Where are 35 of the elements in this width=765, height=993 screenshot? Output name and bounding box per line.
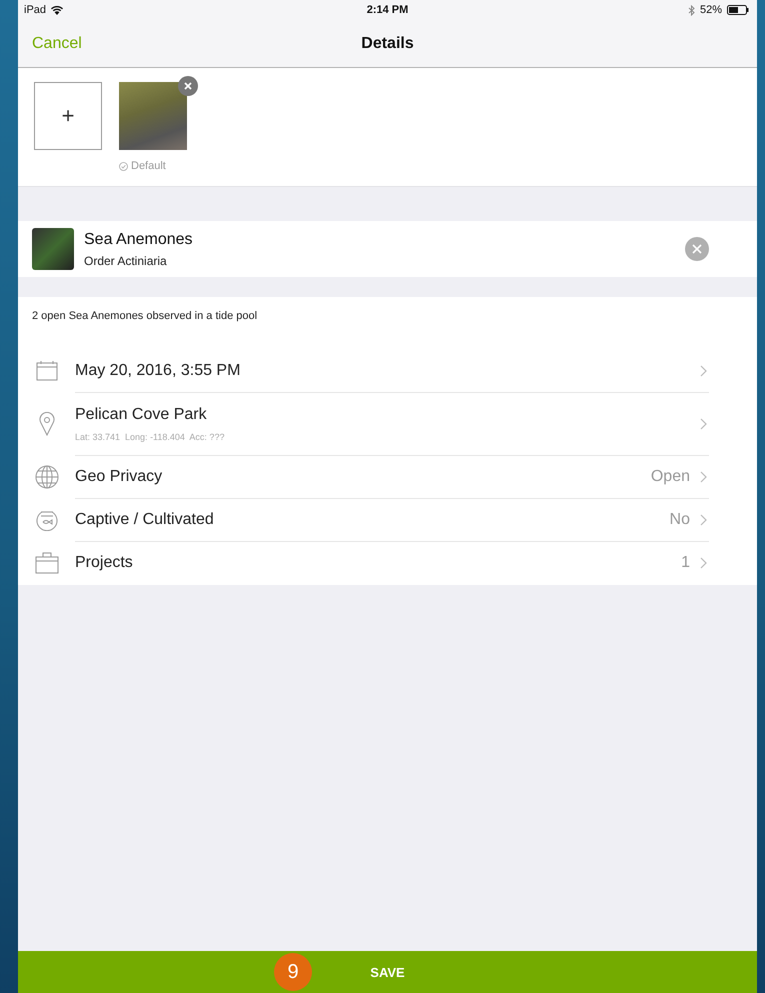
row-value: 1 xyxy=(681,554,690,572)
notes-text: 2 open Sea Anemones observed in a tide pool xyxy=(31,309,258,324)
row-label: May 20, 2016, 3:55 PM xyxy=(75,362,242,380)
battery-percent: 52% xyxy=(700,4,722,16)
status-time: 2:14 PM xyxy=(366,4,408,16)
row-label: Captive / Cultivated xyxy=(75,511,215,529)
globe-icon xyxy=(34,464,58,488)
wifi-icon xyxy=(51,6,64,14)
chevron-icon xyxy=(700,557,707,569)
row-label: Geo Privacy xyxy=(75,468,164,486)
check-circle-icon xyxy=(119,162,128,170)
taxon-rank: Order Actiniaria xyxy=(84,254,168,268)
map-pin-icon xyxy=(38,412,54,436)
calendar-icon xyxy=(36,360,58,382)
coordinates-text: Lat: 33.741 Long: -118.404 Acc: ??? xyxy=(75,432,226,442)
chevron-icon xyxy=(700,471,707,483)
photo-placeholder xyxy=(119,82,187,150)
add-photo-button[interactable]: + xyxy=(34,82,102,150)
device-name: iPad xyxy=(24,4,46,16)
screen-title: Details xyxy=(361,34,414,52)
battery-icon xyxy=(727,5,749,15)
default-label: Default xyxy=(131,160,166,172)
row-value: Open xyxy=(650,468,690,486)
briefcase-icon xyxy=(34,552,58,574)
taxon-photo-placeholder xyxy=(32,228,74,270)
taxon-name: Sea Anemones xyxy=(84,230,194,248)
remove-photo-icon[interactable] xyxy=(178,76,198,96)
chevron-icon xyxy=(700,514,707,526)
row-label: Pelican Cove Park xyxy=(75,406,208,424)
row-label: Projects xyxy=(75,554,134,572)
chevron-icon xyxy=(700,418,707,430)
chevron-icon xyxy=(700,364,707,376)
bluetooth-icon xyxy=(688,4,695,16)
fishbowl-icon xyxy=(34,508,58,530)
row-value: No xyxy=(670,511,690,529)
